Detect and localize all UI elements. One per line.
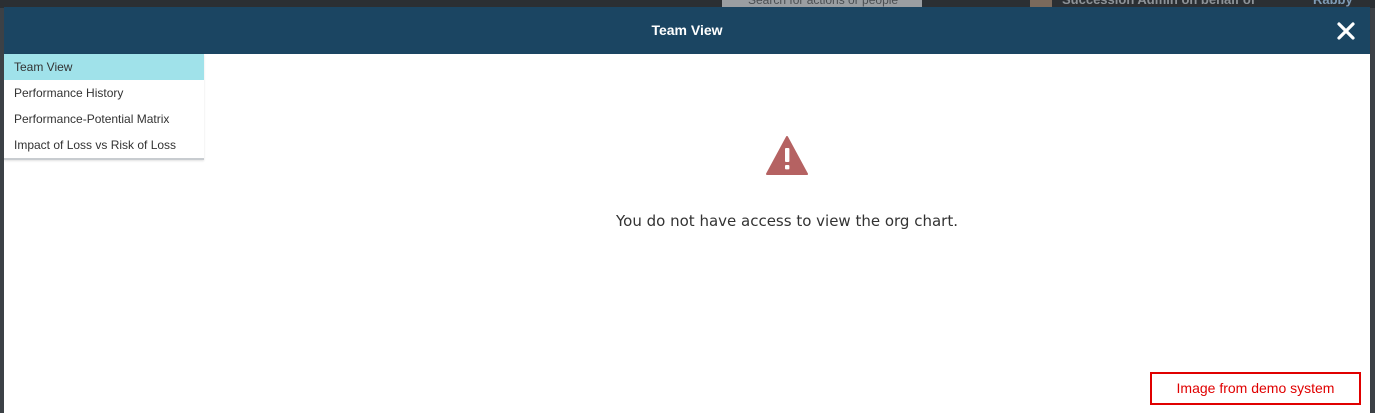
warning-triangle-icon — [766, 136, 808, 175]
nav-item-performance-history[interactable]: Performance History — [4, 80, 204, 106]
nav-item-label: Performance History — [14, 86, 124, 100]
nav-item-label: Performance-Potential Matrix — [14, 112, 170, 126]
nav-item-label: Impact of Loss vs Risk of Loss — [14, 138, 177, 152]
nav-item-label: Team View — [14, 60, 73, 74]
side-navigation: Team View Performance History Performanc… — [4, 54, 204, 160]
background-right-strip — [1371, 8, 1375, 413]
nav-item-performance-potential-matrix[interactable]: Performance-Potential Matrix — [4, 106, 204, 132]
demo-watermark: Image from demo system — [1150, 372, 1361, 405]
access-denied-message: You do not have access to view the org c… — [616, 212, 958, 230]
close-icon — [1337, 22, 1355, 40]
dialog-title: Team View — [651, 22, 723, 38]
dialog-header: Team View — [4, 7, 1370, 54]
nav-item-impact-of-loss[interactable]: Impact of Loss vs Risk of Loss — [4, 132, 204, 158]
nav-item-team-view[interactable]: Team View — [4, 54, 204, 80]
close-button[interactable] — [1334, 19, 1358, 43]
team-view-dialog: Team View Team View Performance History … — [4, 7, 1370, 413]
